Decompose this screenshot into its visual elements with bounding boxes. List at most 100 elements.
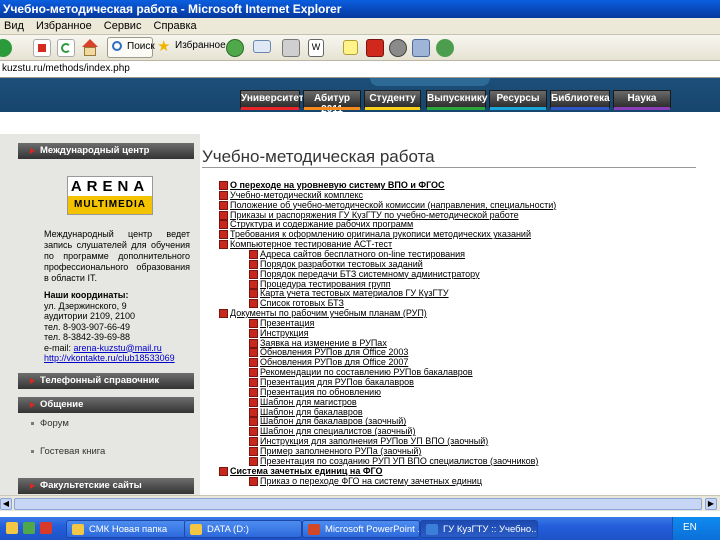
document-link[interactable]: Приказы и распоряжения ГУ КузГТУ по учеб… (219, 210, 519, 220)
notes-icon[interactable] (343, 40, 358, 55)
search-button-label: Поиск (127, 41, 155, 52)
messenger-icon[interactable] (412, 39, 430, 57)
document-sublink[interactable]: Карта учета тестовых материалов ГУ КузГТ… (249, 288, 449, 299)
menu-bar: Вид Избранное Сервис Справка (0, 18, 720, 35)
language-indicator[interactable]: EN (683, 522, 697, 533)
document-sublink[interactable]: Презентация по обновлению (249, 387, 381, 397)
taskbar-button-ie-kuzstu[interactable]: ГУ КузГТУ :: Учебно... (420, 520, 538, 538)
nav-science[interactable]: Наука (613, 90, 671, 110)
taskbar-button-powerpoint[interactable]: Microsoft PowerPoint ... (302, 520, 420, 538)
taskbar-button-data-drive[interactable]: DATA (D:) (184, 520, 302, 538)
nav-library[interactable]: Библиотека (550, 90, 610, 110)
document-sublink[interactable]: Инструкция (248, 328, 308, 338)
logo-multimedia-text: MULTIMEDIA (68, 196, 152, 214)
document-sublink[interactable]: Шаблон для бакалавров (249, 407, 363, 417)
document-sublink[interactable]: Шаблон для специалистов (заочный) (248, 426, 415, 437)
arena-multimedia-logo[interactable]: ARENA MULTIMEDIA (67, 176, 153, 215)
search-icon (112, 41, 122, 51)
address-url[interactable]: kuzstu.ru/methods/index.php (2, 63, 130, 74)
contacts-block: Наши координаты: ул. Дзержинского, 9 ауд… (44, 290, 194, 364)
document-sublink[interactable]: Приказ о переходе ФГО на систему зачетны… (249, 476, 482, 486)
refresh-icon[interactable] (57, 39, 75, 57)
edit-icon[interactable]: W (308, 39, 324, 57)
nav-university[interactable]: Университет (240, 90, 304, 110)
document-link[interactable]: Документы по рабочим учебным планам (РУП… (219, 308, 427, 319)
menu-view[interactable]: Вид (0, 18, 29, 32)
stop-icon[interactable] (33, 39, 51, 57)
document-sublink[interactable]: Порядок передачи БТЗ системному админист… (249, 269, 480, 279)
document-sublink[interactable]: Заявка на изменение в РУПах (249, 338, 387, 348)
back-icon[interactable] (0, 39, 12, 57)
horizontal-scrollbar[interactable]: ◀ ▶ (0, 495, 720, 511)
contact-phone-2: тел. 8-3842-39-69-88 (44, 332, 131, 342)
menu-tools[interactable]: Сервис (100, 18, 147, 32)
nav-student[interactable]: Студенту (364, 90, 421, 110)
taskbar-button-smk-folder[interactable]: СМК Новая папка (66, 520, 186, 538)
quicklaunch-icon-3[interactable] (40, 522, 52, 534)
taskbar-button-label: СМК Новая папка (89, 524, 168, 535)
favorites-button[interactable]: ★ Избранное (157, 38, 226, 55)
document-sublink[interactable]: Обновления РУПов для Office 2003 (248, 347, 408, 358)
window-titlebar[interactable]: Учебно-методическая работа - Microsoft I… (0, 0, 720, 18)
forum-bullet (31, 422, 34, 425)
vk-link[interactable]: http://vkontakte.ru/club18533069 (44, 353, 194, 364)
menu-help[interactable]: Справка (150, 18, 202, 32)
history-icon[interactable] (226, 39, 244, 57)
nav-applicant[interactable]: Абитур 2011 (303, 90, 361, 115)
sidebar-link-forum[interactable]: Форум (40, 418, 69, 429)
scroll-left-arrow[interactable]: ◀ (0, 498, 12, 510)
scroll-thumb[interactable] (14, 498, 702, 510)
document-sublink[interactable]: Порядок разработки тестовых заданий (249, 259, 423, 269)
favorites-icon: ★ (157, 38, 171, 55)
contact-address: ул. Дзержинского, 9 (44, 300, 127, 311)
document-sublink[interactable]: Список готовых БТЗ (249, 298, 344, 309)
document-sublink[interactable]: Процедура тестирования групп (249, 279, 391, 289)
document-sublink[interactable]: Презентация для РУПов бакалавров (249, 377, 414, 387)
nav-university-label: Университет (241, 93, 304, 104)
document-sublink[interactable]: Рекомендации по составлению РУПов бакала… (249, 367, 473, 378)
document-link[interactable]: Учебно-методический комплекс (218, 190, 363, 200)
scroll-right-arrow[interactable]: ▶ (705, 498, 717, 510)
sidebar-heading-faculty-sites[interactable]: Факультетские сайты (18, 478, 194, 494)
intl-center-label: Международный центр (40, 145, 150, 156)
document-sublink[interactable]: Презентация по созданию РУП УП ВПО специ… (248, 456, 538, 466)
document-sublink[interactable]: Презентация (248, 318, 314, 328)
header-spacer (0, 112, 720, 134)
document-sublink[interactable]: Шаблон для бакалавров (заочный) (248, 416, 406, 427)
document-sublink[interactable]: Инструкция для заполнения РУПов УП ВПО (… (248, 436, 488, 447)
quicklaunch-icon-2[interactable] (23, 522, 35, 534)
document-link[interactable]: Компьютерное тестирование АСТ-тест (218, 239, 392, 250)
people-icon[interactable] (436, 39, 454, 57)
menu-favorites[interactable]: Избранное (32, 18, 97, 32)
document-link[interactable]: Система зачетных единиц на ФГО (219, 466, 383, 476)
home-icon[interactable] (80, 39, 98, 57)
nav-student-label: Студенту (369, 93, 416, 104)
email-link[interactable]: arena-kuzstu@mail.ru (74, 343, 162, 353)
quicklaunch-icon-1[interactable] (6, 522, 18, 534)
sidebar-link-guestbook[interactable]: Гостевая книга (40, 446, 105, 457)
mail-icon[interactable] (253, 40, 271, 53)
document-sublink[interactable]: Адреса сайтов бесплатного on-line тестир… (248, 249, 465, 259)
document-sublink[interactable]: Шаблон для магистров (249, 397, 357, 407)
document-link[interactable]: Структура и содержание рабочих программ (218, 219, 413, 230)
document-sublink[interactable]: Обновления РУПов для Office 2007 (248, 357, 408, 368)
header-decoration (370, 78, 490, 86)
document-link[interactable]: Требования к оформлению оригинала рукопи… (219, 229, 531, 240)
research-icon[interactable] (389, 39, 407, 57)
adobe-icon[interactable] (366, 39, 384, 57)
windows-taskbar: СМК Новая папка DATA (D:) Microsoft Powe… (0, 517, 720, 540)
search-button[interactable]: Поиск (107, 37, 155, 58)
taskbar-button-label: DATA (D:) (207, 524, 249, 535)
phonebook-label: Телефонный справочник (40, 375, 160, 386)
address-bar[interactable]: kuzstu.ru/methods/index.php (0, 61, 720, 78)
email-prefix: e-mail: (44, 342, 72, 353)
document-link[interactable]: О переходе на уровневую систему ВПО и ФГ… (219, 180, 445, 190)
sidebar-heading-phonebook[interactable]: Телефонный справочник (18, 373, 194, 389)
sidebar-heading-communication[interactable]: Общение (18, 397, 194, 413)
sidebar-heading-intl-center[interactable]: Международный центр (18, 143, 194, 159)
document-sublink[interactable]: Пример заполненного РУПа (заочный) (248, 446, 421, 456)
nav-resources[interactable]: Ресурсы (489, 90, 547, 110)
print-icon[interactable] (282, 39, 300, 57)
document-link[interactable]: Положение об учебно-методической комисси… (218, 200, 556, 210)
nav-graduate[interactable]: Выпускнику (426, 90, 487, 110)
